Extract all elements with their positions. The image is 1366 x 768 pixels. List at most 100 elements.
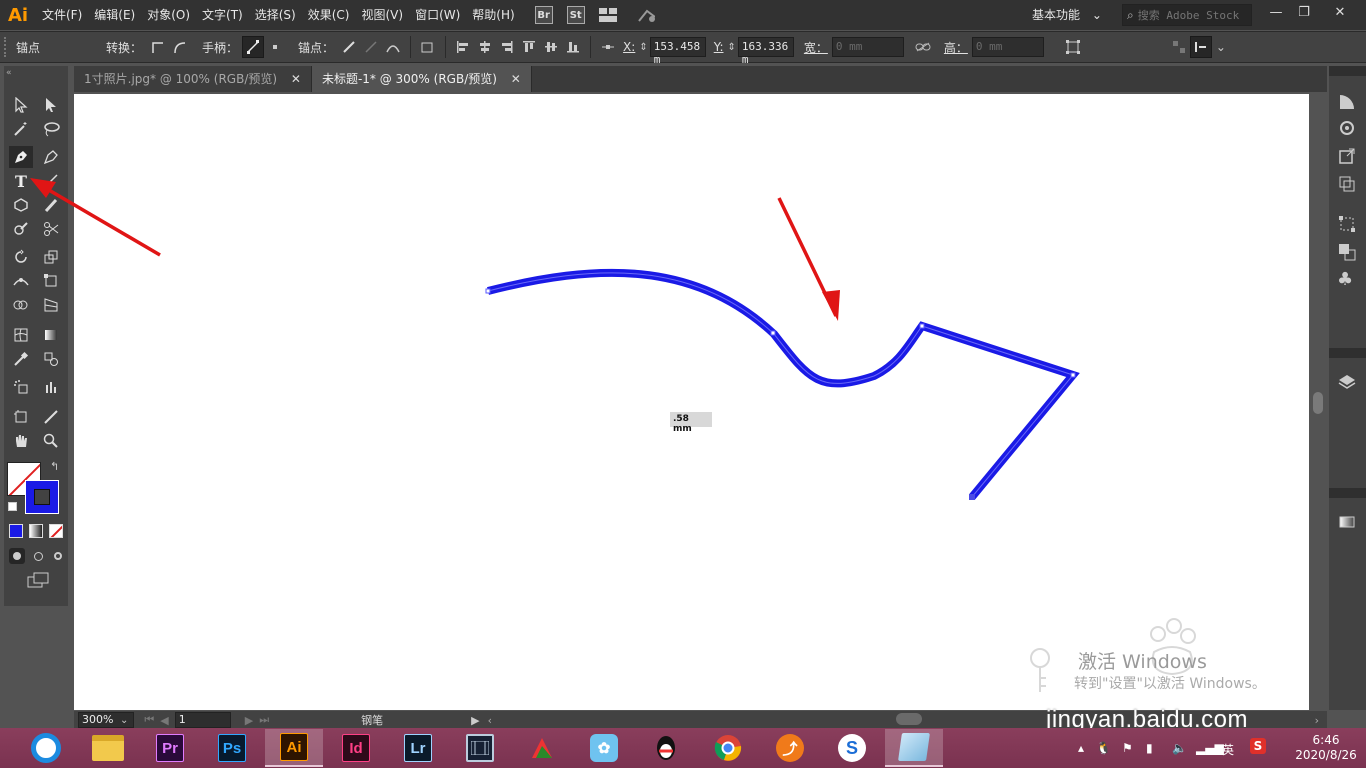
app-logo[interactable]: Ai	[0, 0, 36, 30]
menu-window[interactable]: 窗口(W)	[409, 0, 466, 30]
last-artboard-icon[interactable]: ⏭	[259, 713, 269, 727]
panel-dock-header[interactable]	[1329, 66, 1366, 76]
gradient-tool-icon[interactable]	[39, 324, 63, 346]
taskbar-explorer[interactable]	[79, 729, 137, 767]
panel-options-icon[interactable]	[1189, 36, 1212, 58]
sogou-ime-icon[interactable]: S	[1250, 738, 1266, 754]
transform-panel-icon[interactable]	[1337, 214, 1357, 234]
hscroll-left-icon[interactable]: ‹	[488, 714, 492, 727]
ime-indicator[interactable]: 英	[1222, 741, 1234, 758]
gpu-performance-icon[interactable]	[637, 6, 655, 24]
artboard-tool-icon[interactable]	[9, 406, 33, 428]
gradient-panel-icon[interactable]	[1337, 512, 1357, 532]
lasso-tool-icon[interactable]	[39, 118, 63, 140]
height-field[interactable]: 0 mm	[971, 37, 1044, 57]
close-icon[interactable]: ✕	[511, 72, 521, 86]
align-vcenter-icon[interactable]	[540, 36, 562, 58]
draw-normal-icon[interactable]	[9, 548, 25, 564]
chevron-down-icon[interactable]: ⌄	[1216, 40, 1226, 54]
menu-select[interactable]: 选择(S)	[249, 0, 302, 30]
taskbar-indesign[interactable]: Id	[327, 729, 385, 767]
menu-view[interactable]: 视图(V)	[355, 0, 409, 30]
bridge-button[interactable]: Br	[534, 6, 553, 24]
search-input[interactable]	[1137, 8, 1242, 22]
chevron-down-icon[interactable]: ⌄	[120, 715, 128, 726]
artboard-field[interactable]: 1	[174, 712, 231, 728]
panel-dock-header[interactable]	[1329, 348, 1366, 358]
width-field[interactable]: 0 mm	[831, 37, 904, 57]
menu-object[interactable]: 对象(O)	[141, 0, 196, 30]
minimize-icon[interactable]: —	[1262, 2, 1290, 22]
panel-dock-header[interactable]	[1329, 488, 1366, 498]
taskbar-sogou[interactable]: S	[823, 729, 881, 767]
hand-tool-icon[interactable]	[9, 430, 33, 452]
align-left-icon[interactable]	[452, 36, 474, 58]
clock[interactable]: 6:46 2020/8/26	[1290, 733, 1362, 763]
export-icon[interactable]	[1337, 146, 1357, 166]
menu-type[interactable]: 文字(T)	[196, 0, 249, 30]
anchor-point[interactable]	[485, 288, 491, 294]
shape-builder-tool-icon[interactable]	[9, 294, 33, 316]
x-stepper-icon[interactable]: ⇕	[639, 42, 647, 53]
taskbar-messenger[interactable]: ✿	[575, 729, 633, 767]
tray-expand-icon[interactable]: ▴	[1078, 741, 1084, 755]
horizontal-scrollbar[interactable]	[896, 713, 922, 725]
battery-icon[interactable]: ▮	[1146, 741, 1153, 755]
menu-help[interactable]: 帮助(H)	[466, 0, 520, 30]
y-field[interactable]: 163.336 m	[737, 37, 794, 66]
taskbar-viewer[interactable]	[885, 729, 943, 767]
align-hcenter-icon[interactable]	[474, 36, 496, 58]
default-colors-icon[interactable]	[8, 502, 17, 511]
remove-anchor-icon[interactable]	[338, 36, 360, 58]
convert-smooth-icon[interactable]	[168, 36, 190, 58]
free-transform-tool-icon[interactable]	[39, 270, 63, 292]
none-mode-icon[interactable]	[49, 524, 63, 538]
pen-tool-icon[interactable]	[9, 146, 33, 168]
zoom-tool-icon[interactable]	[39, 430, 63, 452]
network-icon[interactable]: ▂▄▆	[1196, 741, 1224, 755]
align-bottom-icon[interactable]	[562, 36, 584, 58]
drawn-path[interactable]	[487, 268, 1080, 500]
color-mode-icon[interactable]	[9, 524, 23, 538]
align-right-icon[interactable]	[496, 36, 518, 58]
taskbar-video[interactable]	[451, 729, 509, 767]
menu-file[interactable]: 文件(F)	[36, 0, 88, 30]
width-tool-icon[interactable]	[9, 270, 33, 292]
screen-mode-icon[interactable]	[26, 572, 50, 588]
first-artboard-icon[interactable]: ⏮	[144, 713, 154, 727]
magic-wand-tool-icon[interactable]	[9, 118, 33, 140]
workspace-switcher[interactable]: 基本功能 ⌄	[1026, 4, 1106, 26]
volume-icon[interactable]: 🔈	[1172, 741, 1187, 755]
y-stepper-icon[interactable]: ⇕	[727, 42, 735, 53]
symbols-icon[interactable]: ♣	[1337, 270, 1357, 290]
anchor-point[interactable]	[969, 494, 975, 500]
slice-tool-icon[interactable]	[39, 406, 63, 428]
direct-selection-tool-icon[interactable]	[39, 94, 63, 116]
taskbar-chrome[interactable]	[699, 729, 757, 767]
stock-button[interactable]: St	[566, 6, 585, 24]
taskbar-browser[interactable]	[17, 729, 75, 767]
prev-artboard-icon[interactable]: ◀	[160, 714, 168, 727]
panel-scroll-thumb[interactable]	[1313, 392, 1323, 414]
draw-inside-icon[interactable]	[50, 548, 66, 564]
stock-search[interactable]: ⌕	[1122, 4, 1252, 26]
perspective-grid-tool-icon[interactable]	[39, 294, 63, 316]
layers-icon[interactable]	[1337, 372, 1357, 392]
mesh-tool-icon[interactable]	[9, 324, 33, 346]
select-similar-icon[interactable]	[1168, 36, 1190, 58]
eyedropper-tool-icon[interactable]	[9, 348, 33, 370]
taskbar-illustrator[interactable]: Ai	[265, 729, 323, 767]
restore-icon[interactable]: ❐	[1290, 2, 1318, 22]
pathfinder-icon[interactable]	[1337, 242, 1357, 262]
taskbar-media[interactable]: ⤴	[761, 729, 819, 767]
menu-edit[interactable]: 编辑(E)	[88, 0, 141, 30]
anchor-point[interactable]	[770, 330, 776, 336]
arrange-documents-icon[interactable]	[598, 6, 617, 24]
taskbar-photoshop[interactable]: Ps	[203, 729, 261, 767]
menu-effect[interactable]: 效果(C)	[302, 0, 356, 30]
taskbar-qq[interactable]	[637, 729, 695, 767]
align-top-icon[interactable]	[518, 36, 540, 58]
selection-tool-icon[interactable]	[9, 94, 33, 116]
anchor-point[interactable]	[1070, 372, 1076, 378]
taskbar-screenshot[interactable]	[513, 729, 571, 767]
